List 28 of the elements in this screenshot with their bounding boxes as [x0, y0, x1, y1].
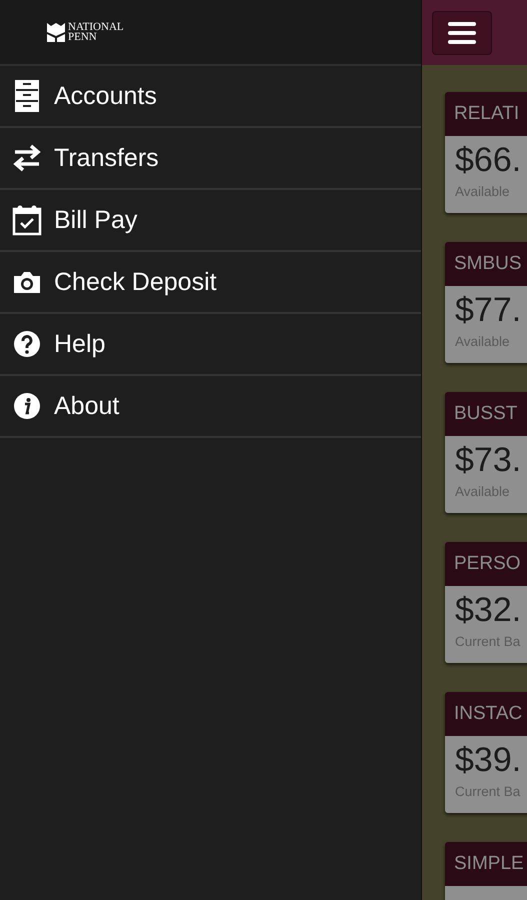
menu-button[interactable]	[432, 10, 492, 54]
transfer-arrows-icon	[11, 144, 43, 172]
account-name: BUSST	[445, 392, 527, 436]
camera-icon	[11, 270, 43, 294]
logo-text: PENN	[68, 32, 98, 42]
account-balance: $77.	[455, 290, 522, 331]
account-card[interactable]: SIMPLE	[445, 842, 527, 900]
account-name: SMBUS	[445, 242, 527, 286]
account-name: RELATI	[445, 92, 527, 136]
menu-item[interactable]: Bill Pay	[0, 190, 421, 252]
account-balance: $73.	[455, 440, 522, 481]
account-balance: $66.	[455, 140, 522, 181]
menu-icon	[448, 20, 476, 44]
logo-text: NATIONAL	[68, 22, 124, 32]
tulip-logo-icon	[46, 22, 66, 42]
account-name: PERSO	[445, 542, 527, 586]
menu-item[interactable]: Transfers	[0, 128, 421, 190]
info-icon	[11, 392, 43, 420]
help-icon	[11, 330, 43, 358]
menu-item[interactable]: Accounts	[0, 66, 421, 128]
account-name: SIMPLE	[445, 842, 527, 886]
calendar-check-icon	[11, 204, 43, 236]
account-name: INSTAC	[445, 692, 527, 736]
menu-item[interactable]: Help	[0, 314, 421, 376]
account-balance: $39.	[455, 740, 522, 781]
account-balance: $32.	[455, 590, 522, 631]
menu-item[interactable]: About	[0, 376, 421, 438]
menu-item[interactable]: Check Deposit	[0, 252, 421, 314]
